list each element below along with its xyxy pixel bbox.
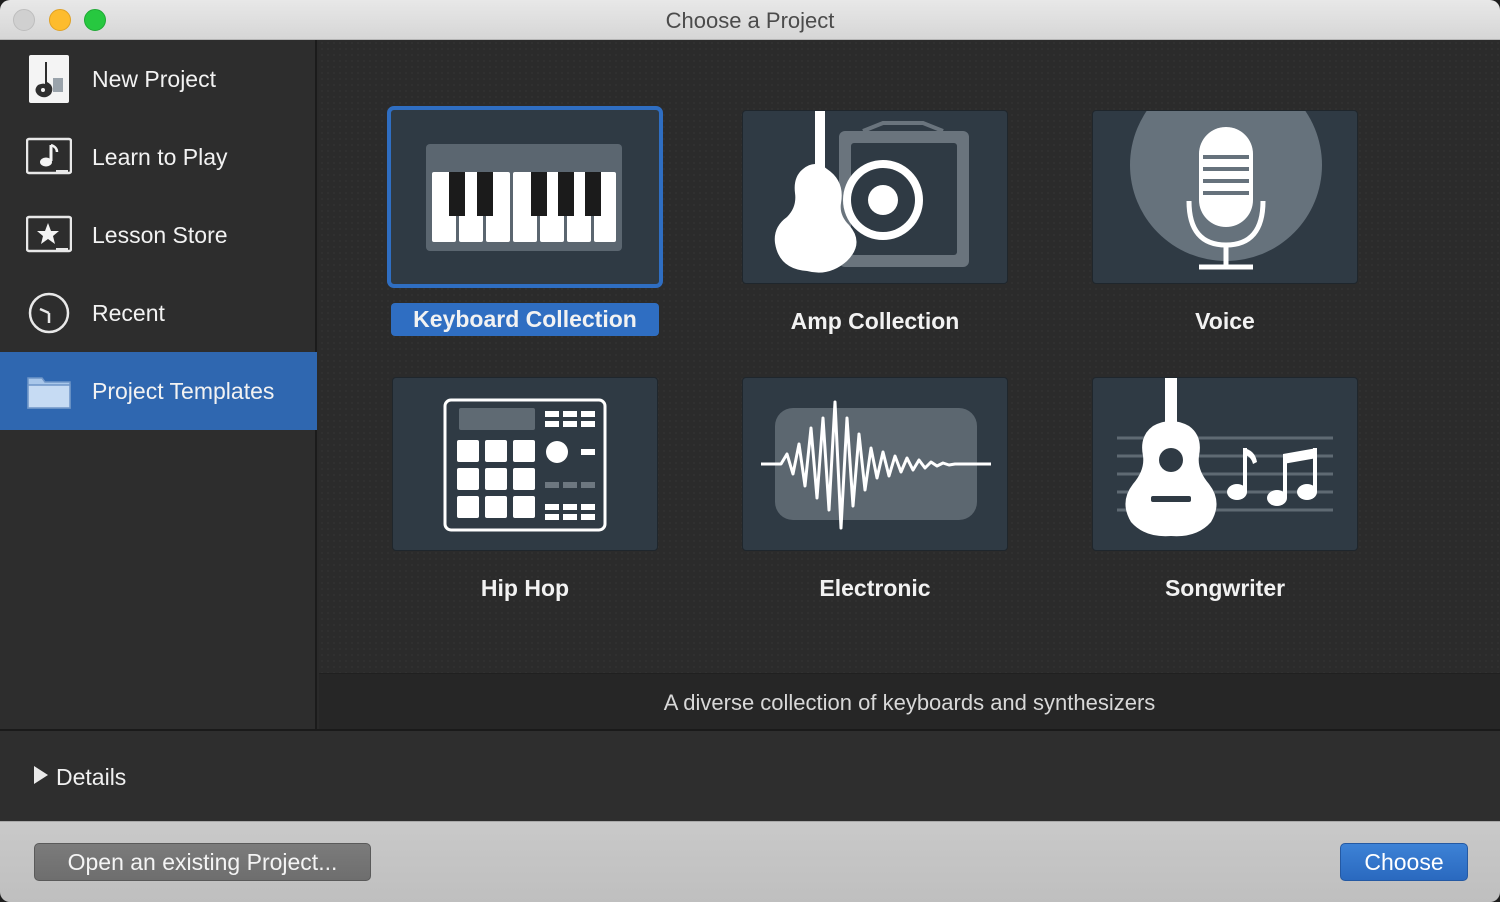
template-songwriter[interactable]	[1092, 377, 1358, 551]
template-electronic[interactable]	[742, 377, 1008, 551]
clock-icon	[26, 288, 72, 338]
choose-project-window: Choose a Project New Project Learn to Pl…	[0, 0, 1500, 902]
template-label-keyboard-collection[interactable]: Keyboard Collection	[375, 303, 675, 336]
sidebar-item-label: Recent	[92, 299, 165, 326]
drum-machine-icon	[393, 378, 657, 550]
keyboard-icon	[391, 110, 659, 284]
guitar-doc-icon	[26, 54, 72, 104]
template-hip-hop[interactable]	[392, 377, 658, 551]
guitar-amp-icon	[743, 111, 1007, 283]
sidebar-item-recent[interactable]: Recent	[0, 274, 317, 352]
sidebar: New Project Learn to Play Lesson Store R…	[0, 40, 317, 729]
template-amp-collection[interactable]	[742, 110, 1008, 284]
footer-bar: Open an existing Project... Choose	[0, 821, 1500, 902]
acoustic-guitar-notes-icon	[1093, 378, 1357, 550]
template-description-bar: A diverse collection of keyboards and sy…	[319, 673, 1500, 729]
choose-button[interactable]: Choose	[1340, 843, 1468, 881]
sidebar-item-new-project[interactable]: New Project	[0, 40, 317, 118]
sidebar-item-label: Learn to Play	[92, 143, 228, 170]
sidebar-item-lesson-store[interactable]: Lesson Store	[0, 196, 317, 274]
template-voice[interactable]	[1092, 110, 1358, 284]
template-grid: Keyboard Collection Amp Collection Voice…	[319, 40, 1500, 673]
sidebar-item-label: Project Templates	[92, 377, 275, 404]
template-label-hip-hop[interactable]: Hip Hop	[375, 575, 675, 602]
sidebar-item-label: Lesson Store	[92, 221, 228, 248]
template-label-amp-collection[interactable]: Amp Collection	[725, 308, 1025, 335]
template-label-voice[interactable]: Voice	[1075, 308, 1375, 335]
music-note-icon	[26, 132, 72, 182]
window-title: Choose a Project	[665, 8, 835, 33]
sidebar-item-project-templates[interactable]: Project Templates	[0, 352, 317, 430]
title-bar: Choose a Project	[0, 0, 1500, 40]
sidebar-item-learn-to-play[interactable]: Learn to Play	[0, 118, 317, 196]
template-label-songwriter[interactable]: Songwriter	[1075, 575, 1375, 602]
details-toggle[interactable]: Details	[56, 764, 126, 791]
open-existing-project-button[interactable]: Open an existing Project...	[34, 843, 371, 881]
disclosure-triangle-icon[interactable]	[34, 766, 48, 784]
folder-icon	[26, 366, 72, 416]
template-description: A diverse collection of keyboards and sy…	[663, 690, 1156, 715]
template-keyboard-collection[interactable]	[387, 106, 663, 288]
template-label-electronic[interactable]: Electronic	[725, 575, 1025, 602]
waveform-icon	[743, 378, 1007, 550]
star-icon	[26, 210, 72, 260]
sidebar-item-label: New Project	[92, 65, 216, 92]
details-section: Details	[0, 729, 1500, 821]
microphone-icon	[1093, 111, 1357, 283]
